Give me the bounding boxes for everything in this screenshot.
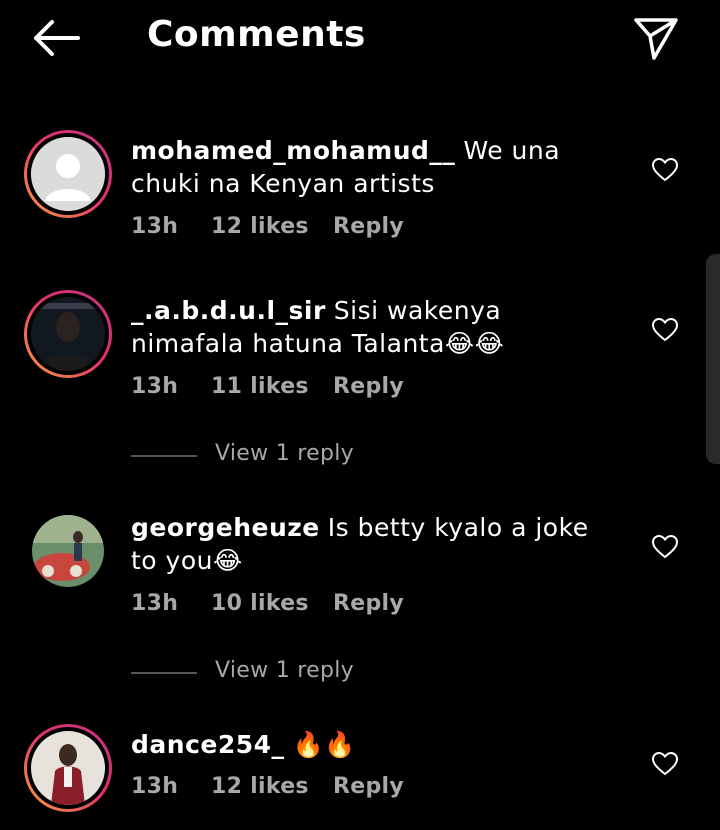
- back-button[interactable]: [30, 18, 82, 58]
- reply-button[interactable]: Reply: [333, 774, 404, 799]
- heart-icon[interactable]: [652, 535, 678, 559]
- view-replies-button[interactable]: View 1 reply: [131, 658, 431, 688]
- person-photo: [31, 297, 105, 371]
- view-replies-button[interactable]: View 1 reply: [131, 441, 431, 471]
- person-photo: [32, 515, 104, 587]
- heart-icon[interactable]: [652, 318, 678, 342]
- story-ring[interactable]: [24, 290, 112, 378]
- default-avatar-icon: [31, 137, 105, 211]
- comment-username[interactable]: mohamed_mohamud__: [131, 136, 455, 165]
- comment-time: 13h: [131, 214, 179, 239]
- reply-button[interactable]: Reply: [333, 374, 404, 399]
- comment-username[interactable]: dance254_: [131, 730, 285, 759]
- send-icon: [634, 18, 678, 60]
- comment-text: georgeheuze Is betty kyalo a joke to you😂: [131, 511, 621, 577]
- avatar: [32, 515, 104, 587]
- avatar-button[interactable]: [32, 515, 104, 587]
- comment-text: _.a.b.d.u.l_sir Sisi wakenya nimafala hat…: [131, 294, 621, 360]
- view-replies-label: View 1 reply: [215, 441, 354, 466]
- comment-username[interactable]: _.a.b.d.u.l_sir: [131, 296, 326, 325]
- story-ring[interactable]: [24, 724, 112, 812]
- comment-body: 🔥🔥: [292, 730, 356, 759]
- comment-likes[interactable]: 12 likes: [211, 214, 309, 239]
- scrollbar[interactable]: [706, 254, 720, 464]
- avatar: [31, 137, 105, 211]
- view-replies-label: View 1 reply: [215, 658, 354, 683]
- heart-icon[interactable]: [652, 752, 678, 776]
- avatar: [31, 731, 105, 805]
- comment-likes[interactable]: 10 likes: [211, 591, 309, 616]
- heart-icon[interactable]: [652, 158, 678, 182]
- reply-button[interactable]: Reply: [333, 214, 404, 239]
- send-button[interactable]: [632, 14, 680, 62]
- comment-time: 13h: [131, 774, 179, 799]
- comment-username[interactable]: georgeheuze: [131, 513, 320, 542]
- comment-time: 13h: [131, 591, 179, 616]
- person-photo: [31, 731, 105, 805]
- divider-line: [131, 672, 197, 674]
- divider-line: [131, 455, 197, 457]
- comment-text: mohamed_mohamud__ We una chuki na Kenyan …: [131, 134, 621, 200]
- reply-button[interactable]: Reply: [333, 591, 404, 616]
- comment-likes[interactable]: 12 likes: [211, 774, 309, 799]
- story-ring[interactable]: [24, 130, 112, 218]
- comment-likes[interactable]: 11 likes: [211, 374, 309, 399]
- arrow-left-icon: [34, 20, 80, 56]
- page-title: Comments: [147, 14, 366, 55]
- comment-text: dance254_ 🔥🔥: [131, 728, 621, 761]
- header-bar: Comments: [0, 0, 720, 80]
- avatar: [31, 297, 105, 371]
- comment-time: 13h: [131, 374, 179, 399]
